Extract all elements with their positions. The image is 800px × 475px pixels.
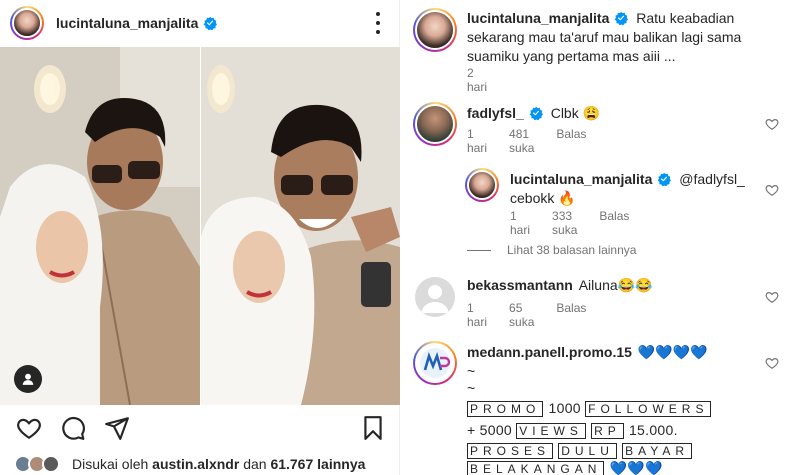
verified-icon <box>615 11 629 25</box>
likes-count[interactable]: 61.767 lainnya <box>270 456 365 472</box>
liker-avatars <box>14 455 64 473</box>
promo-boxed-text: PROMO <box>467 401 544 417</box>
comment-meta: 2 hari <box>467 66 487 94</box>
promo-line-1: PROMO 1000 FOLLOWERS <box>467 398 712 418</box>
promo-logo-icon <box>420 348 451 378</box>
action-bar <box>0 405 400 451</box>
comment-username[interactable]: fadlyfsl_ <box>467 105 524 121</box>
comments-panel: lucintaluna_manjalita Ratu keabadian sek… <box>401 0 800 475</box>
promo-boxed-text: FOLLOWERS <box>585 401 712 417</box>
comment-text-block: bekassmantann Ailuna😂😂 <box>467 276 767 295</box>
likes-user[interactable]: austin.alxndr <box>152 456 239 472</box>
comment-avatar[interactable] <box>465 168 499 202</box>
comment-text: Clbk 😩 <box>550 105 601 121</box>
verified-icon <box>529 106 543 120</box>
promo-text: + 5000 <box>467 422 513 438</box>
verified-icon <box>204 16 218 30</box>
heart-icon[interactable] <box>765 117 779 131</box>
promo-line-4: BELAKANGAN 💙💙💙 <box>467 458 663 475</box>
promo-boxed-text: VIEWS <box>516 423 586 439</box>
promo-line-2: + 5000 VIEWS RP 15.000. <box>467 420 678 440</box>
promo-text: 💙💙💙 <box>609 460 663 475</box>
promo-boxed-text: BELAKANGAN <box>467 461 605 475</box>
view-replies-label[interactable]: Lihat 38 balasan lainnya <box>507 243 636 257</box>
save-icon[interactable] <box>360 415 386 441</box>
user-tag-button[interactable] <box>14 365 42 393</box>
comment-time[interactable]: 1 hari <box>467 127 487 155</box>
comment-text-block: fadlyfsl_ Clbk 😩 <box>467 104 767 123</box>
comment-text: Ailuna😂😂 <box>578 277 653 293</box>
comment-text-block: medann.panell.promo.15 💙💙💙💙 <box>467 343 767 362</box>
more-options-button[interactable] <box>372 12 384 34</box>
comment-username[interactable]: medann.panell.promo.15 <box>467 344 632 360</box>
author-avatar[interactable] <box>10 6 44 40</box>
reply-text-block: lucintaluna_manjalita @fadlyfsl_ cebokk … <box>510 170 760 208</box>
comment-meta: 1 hari 333 suka Balas <box>510 209 629 237</box>
heart-icon[interactable] <box>765 356 779 370</box>
comment-likes[interactable]: 333 suka <box>552 209 577 237</box>
promo-line-3: PROSES DULU BAYAR <box>467 440 693 460</box>
photo-right-half <box>201 47 400 405</box>
likes-connector: dan <box>243 456 267 472</box>
reply-button[interactable]: Balas <box>556 301 586 329</box>
reply-button[interactable]: Balas <box>599 209 629 237</box>
heart-icon[interactable] <box>765 290 779 304</box>
post-header: lucintaluna_manjalita <box>0 0 400 46</box>
likes-prefix: Disukai oleh <box>72 456 149 472</box>
promo-boxed-text: BAYAR <box>622 443 692 459</box>
comment-meta: 1 hari 481 suka Balas <box>467 127 586 155</box>
promo-text: 15.000. <box>628 422 678 438</box>
likes-text: Disukai oleh austin.alxndr dan 61.767 la… <box>72 456 365 472</box>
post-panel: lucintaluna_manjalita Disukai oleh austi… <box>0 0 400 475</box>
promo-text: 1000 <box>548 400 581 416</box>
comment-time[interactable]: 1 hari <box>467 301 487 329</box>
user-tag-icon <box>22 373 34 385</box>
promo-tilde: ~ <box>467 380 476 396</box>
divider-line <box>467 249 491 251</box>
comment-icon[interactable] <box>60 415 86 441</box>
comment-username[interactable]: bekassmantann <box>467 277 573 293</box>
comment-username[interactable]: lucintaluna_manjalita <box>467 10 609 26</box>
comment-likes[interactable]: 65 suka <box>509 301 534 329</box>
comment-meta: 1 hari 65 suka Balas <box>467 301 586 329</box>
default-avatar-icon <box>421 285 449 313</box>
heart-icon[interactable] <box>16 415 42 441</box>
comment-avatar[interactable] <box>413 8 457 52</box>
reply-button[interactable]: Balas <box>556 127 586 155</box>
likes-row[interactable]: Disukai oleh austin.alxndr dan 61.767 la… <box>14 454 365 474</box>
view-more-replies[interactable]: Lihat 38 balasan lainnya <box>467 243 636 257</box>
comment-username[interactable]: lucintaluna_manjalita <box>510 171 652 187</box>
comment-time[interactable]: 1 hari <box>510 209 530 237</box>
promo-boxed-text: RP <box>591 423 624 439</box>
post-photo[interactable] <box>0 47 400 405</box>
share-icon[interactable] <box>104 415 130 441</box>
comment-time[interactable]: 2 hari <box>467 66 487 94</box>
comment-likes[interactable]: 481 suka <box>509 127 534 155</box>
comment-avatar[interactable] <box>415 277 455 317</box>
comment-avatar[interactable] <box>413 102 457 146</box>
verified-icon <box>658 172 672 186</box>
promo-boxed-text: PROSES <box>467 443 554 459</box>
photo-left-half <box>0 47 200 405</box>
comment-text: 💙💙💙💙 <box>637 344 708 360</box>
comment-avatar[interactable] <box>413 341 457 385</box>
more-icon <box>376 12 380 16</box>
liker-avatar <box>42 455 60 473</box>
heart-icon[interactable] <box>765 183 779 197</box>
author-username[interactable]: lucintaluna_manjalita <box>56 15 198 31</box>
caption-text-block: lucintaluna_manjalita Ratu keabadian sek… <box>467 9 792 66</box>
promo-boxed-text: DULU <box>558 443 617 459</box>
